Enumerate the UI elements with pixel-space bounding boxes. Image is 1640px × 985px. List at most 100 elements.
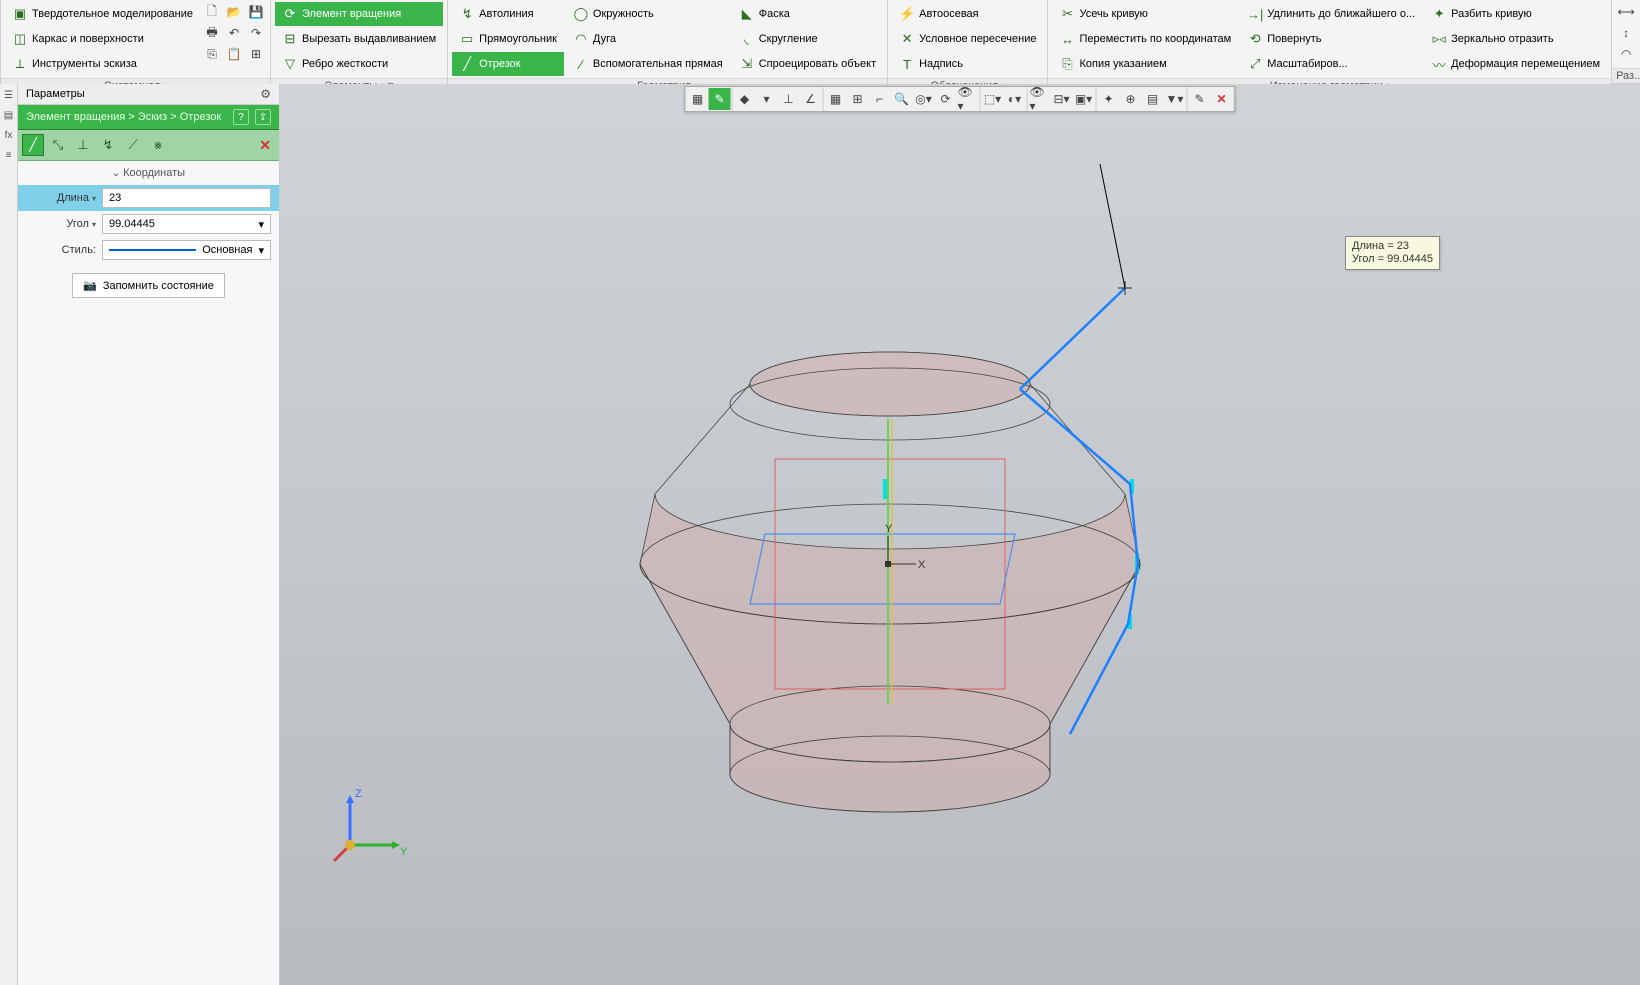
lbl: Каркас и поверхности: [32, 33, 144, 45]
rail-tree-icon[interactable]: ☰: [2, 88, 16, 102]
btn-rotation-element[interactable]: ⟳Элемент вращения: [275, 2, 443, 26]
paste-icon[interactable]: 📋: [224, 44, 244, 64]
chevron-down-icon[interactable]: ▾: [92, 194, 96, 203]
gear-icon[interactable]: ⚙: [260, 87, 271, 101]
mode-segment-icon[interactable]: ╱: [22, 134, 44, 156]
btn-mirror[interactable]: ▹◃Зеркально отразить: [1424, 27, 1607, 51]
dim2-icon[interactable]: ↕: [1616, 23, 1636, 43]
btn-project[interactable]: ⇲ Спроецировать объект: [732, 52, 883, 76]
dim3-icon[interactable]: ◠: [1616, 44, 1636, 64]
mode-2-icon[interactable]: ⤡: [47, 134, 69, 156]
help-icon[interactable]: ?: [233, 109, 249, 125]
btn-chamfer[interactable]: ◣ Фаска: [732, 2, 883, 26]
cube-icon: ▣: [12, 6, 28, 22]
btn-segment[interactable]: ╱Отрезок: [452, 52, 564, 76]
group-edit: ✂Усечь кривую ↔Переместить по координата…: [1048, 0, 1612, 83]
btn-deform[interactable]: 〰Деформация перемещением: [1424, 52, 1607, 76]
bc-1[interactable]: Элемент вращения: [26, 111, 125, 123]
btn-rotate[interactable]: ⟲Повернуть: [1240, 27, 1422, 51]
rect-icon: ▭: [459, 31, 475, 47]
copy-icon[interactable]: ⎘: [202, 44, 222, 64]
btn-fillet[interactable]: ◟ Скругление: [732, 27, 883, 51]
pin-icon[interactable]: ⇪: [255, 109, 271, 125]
lbl: Инструменты эскиза: [32, 58, 137, 70]
mode-6-icon[interactable]: ⨳: [147, 134, 169, 156]
lbl: Скругление: [759, 33, 818, 45]
row-style: Стиль: Основная ▾: [18, 237, 279, 263]
save-icon[interactable]: 💾: [246, 2, 266, 22]
chamfer-icon: ◣: [739, 6, 755, 22]
btn-solid-modeling[interactable]: ▣Твердотельное моделирование: [5, 2, 200, 26]
lbl: Прямоугольник: [479, 33, 557, 45]
close-icon[interactable]: ✕: [255, 137, 275, 154]
bc-3[interactable]: Отрезок: [180, 111, 221, 123]
project-icon: ⇲: [739, 56, 755, 72]
bc-2[interactable]: Эскиз: [138, 111, 167, 123]
rail-menu-icon[interactable]: ≡: [2, 148, 16, 162]
btn-aux-line[interactable]: ⁄Вспомогательная прямая: [566, 52, 730, 76]
btn-arc[interactable]: ◠Дуга: [566, 27, 730, 51]
group-dims: ⟷ ↕ ◠ Раз...: [1612, 0, 1640, 83]
dim-icon[interactable]: ⟷: [1616, 2, 1636, 22]
viewport[interactable]: ▦ ✎ ◆ ▾ ⊥ ∠ ▦ ⊞ ⌐ 🔍 ◎▾ ⟳ 👁▾ ⬚▾ ◐▾: [280, 84, 1640, 985]
btn-conditional-intersect[interactable]: ✕Условное пересечение: [892, 27, 1043, 51]
chevron-down-icon[interactable]: ▾: [258, 218, 264, 231]
btn-copy[interactable]: ⎘Копия указанием: [1052, 52, 1238, 76]
axis-gizmo[interactable]: Z Y: [320, 785, 410, 875]
angle-value: 99.04445: [109, 218, 155, 230]
panel-title: Параметры: [26, 88, 85, 100]
props-icon[interactable]: ⊞: [246, 44, 266, 64]
btn-remember-state[interactable]: 📷 Запомнить состояние: [72, 273, 225, 298]
label-angle: Угол▾: [26, 218, 96, 230]
fillet-icon: ◟: [739, 31, 755, 47]
split-icon: ✦: [1431, 6, 1447, 22]
btn-extend[interactable]: →|Удлинить до ближайшего о...: [1240, 2, 1422, 26]
lbl: Элемент вращения: [302, 8, 401, 20]
btn-autoline[interactable]: ↯Автолиния: [452, 2, 564, 26]
chevron-down-icon[interactable]: ▾: [258, 244, 264, 257]
btn-move[interactable]: ↔Переместить по координатам: [1052, 27, 1238, 51]
section-coords[interactable]: Координаты: [18, 161, 279, 185]
btn-autoaxis[interactable]: ⚡Автоосевая: [892, 2, 1043, 26]
combo-style[interactable]: Основная ▾: [102, 240, 271, 260]
axis-icon: ⚡: [899, 6, 915, 22]
lbl: Запомнить состояние: [103, 280, 214, 292]
mode-4-icon[interactable]: ↯: [97, 134, 119, 156]
lbl: Повернуть: [1267, 33, 1321, 45]
btn-sketch-tools[interactable]: ⟂Инструменты эскиза: [5, 52, 200, 76]
btn-rib[interactable]: ▽Ребро жесткости: [275, 52, 443, 76]
copy2-icon: ⎘: [1059, 56, 1075, 72]
input-angle[interactable]: 99.04445 ▾: [102, 214, 271, 234]
lbl: Вырезать выдавливанием: [302, 33, 436, 45]
btn-trim[interactable]: ✂Усечь кривую: [1052, 2, 1238, 26]
btn-text[interactable]: TНадпись: [892, 52, 1043, 76]
panel-header: Параметры ⚙: [18, 84, 279, 105]
lbl: Спроецировать объект: [759, 58, 876, 70]
mode-perp-icon[interactable]: ⊥: [72, 134, 94, 156]
btn-rectangle[interactable]: ▭ Прямоугольник: [452, 27, 564, 51]
btn-scale[interactable]: ⤢Масштабиров...: [1240, 52, 1422, 76]
lbl: Дуга: [593, 33, 616, 45]
btn-wireframe[interactable]: ◫Каркас и поверхности: [5, 27, 200, 51]
open-icon[interactable]: 📂: [224, 2, 244, 22]
lbl: Фаска: [759, 8, 790, 20]
gizmo-z: Z: [355, 788, 362, 800]
rail-fx-icon[interactable]: fx: [2, 128, 16, 142]
btn-split[interactable]: ✦Разбить кривую: [1424, 2, 1607, 26]
label-length: Длина▾: [26, 192, 96, 204]
camera-icon: 📷: [83, 279, 97, 292]
lbl: Отрезок: [479, 58, 520, 70]
undo-icon[interactable]: ↶: [224, 23, 244, 43]
chevron-down-icon[interactable]: ▾: [92, 220, 96, 229]
input-length[interactable]: [102, 188, 271, 208]
mode-5-icon[interactable]: ⟋: [122, 134, 144, 156]
model-canvas[interactable]: X Y: [280, 84, 1640, 985]
btn-cut-extrude[interactable]: ⊟Вырезать выдавливанием: [275, 27, 443, 51]
new-icon[interactable]: 🗋: [202, 2, 222, 22]
origin-y-label: Y: [885, 523, 893, 535]
label-style: Стиль:: [26, 244, 96, 256]
btn-circle[interactable]: ◯Окружность: [566, 2, 730, 26]
rail-props-icon[interactable]: ▤: [2, 108, 16, 122]
print-icon[interactable]: 🖶: [202, 23, 222, 43]
redo-icon[interactable]: ↷: [246, 23, 266, 43]
